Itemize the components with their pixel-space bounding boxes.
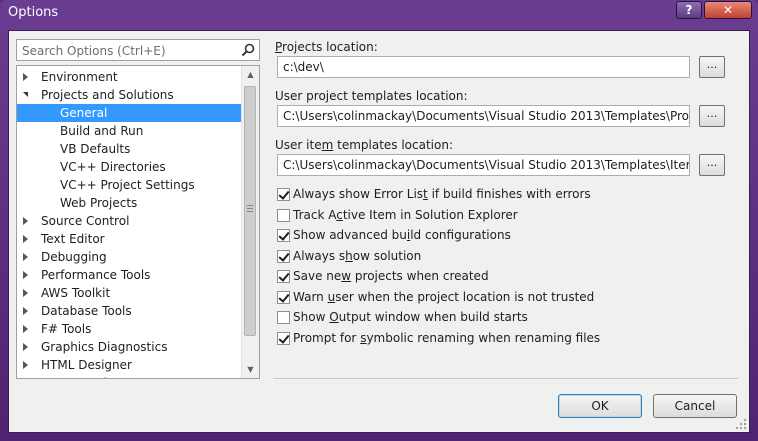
help-button[interactable]: ? — [676, 1, 702, 19]
tree-item-label: HTML Designer — [41, 358, 132, 372]
project-templates-field[interactable]: C:\Users\colinmackay\Documents\Visual St… — [277, 105, 690, 127]
tree-item-label: Build and Run — [60, 124, 144, 138]
unchecked-checkbox[interactable] — [277, 311, 290, 324]
tree-item[interactable]: Graphics Diagnostics — [17, 338, 241, 356]
tree-item-label: Text Editor — [41, 232, 105, 246]
project-templates-label: User project templates location: — [275, 89, 468, 103]
tree-item-label: Web Projects — [60, 196, 138, 210]
checked-checkbox[interactable] — [277, 290, 290, 304]
tree-item-label: VB Defaults — [60, 142, 131, 156]
close-button[interactable]: ✕ — [704, 1, 752, 19]
title-bar[interactable]: Options ? ✕ — [0, 0, 758, 30]
checkbox-label[interactable]: Save new projects when created — [293, 269, 489, 284]
collapsed-arrow-icon[interactable] — [23, 361, 28, 369]
tree-item[interactable]: Performance Tools — [17, 266, 241, 284]
tree-item-label: AWS Toolkit — [41, 286, 111, 300]
resize-grip-icon[interactable] — [736, 419, 746, 429]
collapsed-arrow-icon[interactable] — [23, 325, 28, 333]
tree-item[interactable]: Text Editor — [17, 230, 241, 248]
tree-item-label: Graphics Diagnostics — [41, 340, 168, 354]
search-placeholder: Search Options (Ctrl+E) — [22, 44, 166, 58]
tree-item[interactable]: AWS Toolkit — [17, 284, 241, 302]
tree-item[interactable]: NuGet Package Manager — [17, 374, 241, 378]
tree-item-label: Database Tools — [41, 304, 132, 318]
search-options-input[interactable]: Search Options (Ctrl+E) — [16, 39, 260, 61]
projects-location-browse-button[interactable]: ... — [699, 56, 725, 78]
thumb-grip-line — [247, 205, 253, 206]
collapsed-arrow-icon[interactable] — [23, 289, 28, 297]
checked-checkbox[interactable] — [277, 249, 290, 263]
tree-item[interactable]: VB Defaults — [17, 140, 241, 158]
tree-item-label: Source Control — [41, 214, 130, 228]
scroll-down-arrow-icon[interactable]: ▼ — [242, 361, 259, 378]
options-window: Options ? ✕ Search Options (Ctrl+E) NuGe… — [0, 0, 758, 441]
tree-item[interactable]: F# Tools — [17, 320, 241, 338]
checkbox-label[interactable]: Always show Error List if build finishes… — [293, 187, 591, 202]
tree-item-label: Environment — [41, 70, 118, 84]
projects-location-label: Projects location: — [275, 40, 378, 54]
checkbox-label[interactable]: Show advanced build configurations — [293, 228, 511, 243]
tree-scrollbar[interactable]: ▲ ▼ — [241, 66, 259, 378]
window-title: Options — [8, 5, 59, 20]
tree-item[interactable]: VC++ Directories — [17, 158, 241, 176]
ok-button[interactable]: OK — [558, 394, 642, 418]
checkbox-label[interactable]: Track Active Item in Solution Explorer — [293, 208, 518, 223]
project-templates-browse-button[interactable]: ... — [699, 105, 725, 127]
cancel-button[interactable]: Cancel — [653, 394, 737, 418]
checkbox-label[interactable]: Show Output window when build starts — [293, 310, 528, 325]
collapsed-arrow-icon[interactable] — [23, 217, 28, 225]
collapsed-arrow-icon[interactable] — [23, 271, 28, 279]
scroll-thumb[interactable] — [244, 86, 256, 336]
tree-item[interactable]: Debugging — [17, 248, 241, 266]
checkbox-label[interactable]: Prompt for symbolic renaming when renami… — [293, 331, 600, 346]
checkbox-label[interactable]: Warn user when the project location is n… — [293, 290, 594, 305]
tree-item-label: F# Tools — [41, 322, 92, 336]
collapsed-arrow-icon[interactable] — [23, 73, 28, 81]
thumb-grip-line — [247, 208, 253, 209]
tree-item-label: General — [60, 106, 108, 120]
tree-item-label: VC++ Directories — [60, 160, 166, 174]
tree-item-label: NuGet Package Manager — [41, 374, 189, 378]
unchecked-checkbox[interactable] — [277, 208, 290, 222]
tree-item[interactable]: General — [17, 104, 241, 122]
tree-item-label: Performance Tools — [41, 268, 151, 282]
projects-location-field[interactable]: c:\dev\ — [277, 56, 690, 78]
item-templates-browse-button[interactable]: ... — [699, 154, 725, 176]
tree-item-label: Debugging — [41, 250, 107, 264]
tree-item-label: VC++ Project Settings — [60, 178, 195, 192]
separator — [273, 378, 738, 379]
checkbox-label[interactable]: Always show solution — [293, 249, 421, 264]
tree-item[interactable]: Environment — [17, 68, 241, 86]
scroll-up-arrow-icon[interactable]: ▲ — [242, 66, 259, 83]
item-templates-field[interactable]: C:\Users\colinmackay\Documents\Visual St… — [277, 154, 690, 176]
expanded-arrow-icon[interactable] — [23, 92, 28, 97]
collapsed-arrow-icon[interactable] — [23, 307, 28, 315]
close-icon: ✕ — [722, 3, 734, 17]
collapsed-arrow-icon[interactable] — [23, 253, 28, 261]
item-templates-label: User item templates location: — [275, 138, 454, 152]
tree-item[interactable]: Source Control — [17, 212, 241, 230]
tree-item-label: Projects and Solutions — [41, 88, 174, 102]
tree-item[interactable]: Database Tools — [17, 302, 241, 320]
tree-item[interactable]: Build and Run — [17, 122, 241, 140]
checked-checkbox[interactable] — [277, 331, 290, 345]
collapsed-arrow-icon[interactable] — [23, 343, 28, 351]
checked-checkbox[interactable] — [277, 229, 290, 242]
dialog-client-area: Search Options (Ctrl+E) NuGet Package Ma… — [8, 30, 750, 433]
tree-item[interactable]: VC++ Project Settings — [17, 176, 241, 194]
tree-item[interactable]: Projects and Solutions — [17, 86, 241, 104]
checked-checkbox[interactable] — [277, 270, 290, 283]
tree-item[interactable]: HTML Designer — [17, 356, 241, 374]
search-icon[interactable] — [241, 43, 255, 57]
checked-checkbox[interactable] — [277, 188, 290, 201]
thumb-grip-line — [247, 211, 253, 212]
tree-item[interactable]: Web Projects — [17, 194, 241, 212]
collapsed-arrow-icon[interactable] — [23, 235, 28, 243]
options-tree[interactable]: NuGet Package Manager HTML Designer Graphi… — [16, 65, 260, 379]
